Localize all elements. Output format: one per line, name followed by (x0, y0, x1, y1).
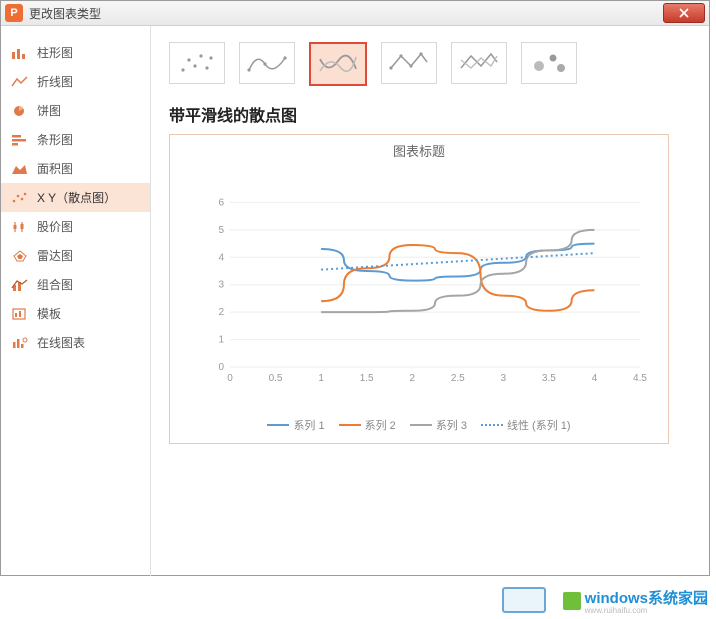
sidebar-item-scatter[interactable]: X Y（散点图） (1, 183, 150, 212)
legend-series-2: 系列 2 (339, 417, 396, 433)
watermark-url: www.ruihaifu.com (585, 606, 708, 615)
sidebar-item-label: 折线图 (37, 73, 73, 90)
svg-text:2: 2 (409, 373, 415, 384)
sidebar-item-template[interactable]: 模板 (1, 299, 150, 328)
chart-category-sidebar: 柱形图 折线图 饼图 条形图 面积图 X Y（散点图） (1, 26, 151, 576)
legend-series-3: 系列 3 (410, 417, 467, 433)
scatter-chart-icon (11, 191, 29, 205)
sidebar-item-column[interactable]: 柱形图 (1, 38, 150, 67)
pie-chart-icon (11, 104, 29, 118)
subtype-heading: 带平滑线的散点图 (169, 102, 691, 126)
svg-text:1: 1 (218, 335, 224, 346)
svg-text:5: 5 (218, 225, 224, 236)
svg-text:2: 2 (218, 307, 224, 318)
svg-text:0.5: 0.5 (269, 373, 283, 384)
watermark: windows系统家园 www.ruihaifu.com (563, 587, 708, 615)
online-chart-icon (11, 336, 29, 350)
watermark-logo-icon (563, 592, 581, 610)
bar-chart-icon (11, 133, 29, 147)
chart-legend: 系列 1 系列 2 系列 3 线性 (系列 1) (170, 417, 668, 433)
subtype-scatter-dots[interactable] (169, 42, 225, 84)
dialog-title: 更改图表类型 (29, 5, 101, 22)
sidebar-item-label: 雷达图 (37, 247, 73, 264)
sidebar-item-radar[interactable]: 雷达图 (1, 241, 150, 270)
subtype-scatter-line-marker[interactable] (381, 42, 437, 84)
legend-trend: 线性 (系列 1) (481, 417, 571, 433)
legend-series-1: 系列 1 (267, 417, 324, 433)
taskbar-thumb (502, 587, 546, 613)
titlebar: P 更改图表类型 (1, 1, 709, 26)
app-icon: P (5, 4, 23, 22)
sidebar-item-label: 柱形图 (37, 44, 73, 61)
svg-text:1: 1 (318, 373, 324, 384)
subtype-bubble[interactable] (521, 42, 577, 84)
subtype-scatter-line[interactable] (451, 42, 507, 84)
chart-subtype-row (169, 38, 691, 96)
stock-chart-icon (11, 220, 29, 234)
main-panel: 带平滑线的散点图 图表标题 0 1 2 3 4 5 6 0 0.5 1 1.5 2 2.5 3 3.5 4 4.… (151, 26, 709, 576)
svg-text:1.5: 1.5 (360, 373, 374, 384)
sidebar-item-online[interactable]: 在线图表 (1, 328, 150, 357)
svg-text:4: 4 (218, 252, 224, 263)
chart-preview: 图表标题 0 1 2 3 4 5 6 0 0.5 1 1.5 2 2.5 3 3.5 4 4.5 系列 1 系列… (169, 134, 669, 444)
area-chart-icon (11, 162, 29, 176)
svg-text:3: 3 (501, 373, 507, 384)
sidebar-item-label: 条形图 (37, 131, 73, 148)
close-button[interactable] (663, 3, 705, 23)
svg-text:4: 4 (592, 373, 598, 384)
sidebar-item-area[interactable]: 面积图 (1, 154, 150, 183)
column-chart-icon (11, 46, 29, 60)
radar-chart-icon (11, 249, 29, 263)
svg-text:3.5: 3.5 (542, 373, 556, 384)
watermark-brand: windows系统家园 (585, 590, 708, 607)
chart-title: 图表标题 (170, 135, 668, 160)
sidebar-item-label: 组合图 (37, 276, 73, 293)
sidebar-item-stock[interactable]: 股价图 (1, 212, 150, 241)
line-chart-icon (11, 75, 29, 89)
subtype-scatter-smooth-marker[interactable] (239, 42, 295, 84)
template-icon (11, 307, 29, 321)
change-chart-type-dialog: P 更改图表类型 柱形图 折线图 饼图 条形图 (0, 0, 710, 576)
subtype-scatter-smooth[interactable] (309, 42, 367, 86)
svg-text:4.5: 4.5 (633, 373, 647, 384)
close-icon (679, 8, 689, 18)
svg-text:6: 6 (218, 197, 224, 208)
combo-chart-icon (11, 278, 29, 292)
sidebar-item-label: 面积图 (37, 160, 73, 177)
sidebar-item-label: 饼图 (37, 102, 61, 119)
sidebar-item-combo[interactable]: 组合图 (1, 270, 150, 299)
sidebar-item-label: 在线图表 (37, 334, 85, 351)
svg-text:0: 0 (227, 373, 233, 384)
svg-text:0: 0 (218, 362, 224, 373)
chart-plot: 0 1 2 3 4 5 6 0 0.5 1 1.5 2 2.5 3 3.5 4 4.5 (200, 171, 650, 391)
svg-text:3: 3 (218, 280, 224, 291)
sidebar-item-pie[interactable]: 饼图 (1, 96, 150, 125)
sidebar-item-line[interactable]: 折线图 (1, 67, 150, 96)
sidebar-item-label: 模板 (37, 305, 61, 322)
sidebar-item-label: X Y（散点图） (37, 189, 116, 206)
sidebar-item-bar[interactable]: 条形图 (1, 125, 150, 154)
svg-text:2.5: 2.5 (451, 373, 465, 384)
sidebar-item-label: 股价图 (37, 218, 73, 235)
